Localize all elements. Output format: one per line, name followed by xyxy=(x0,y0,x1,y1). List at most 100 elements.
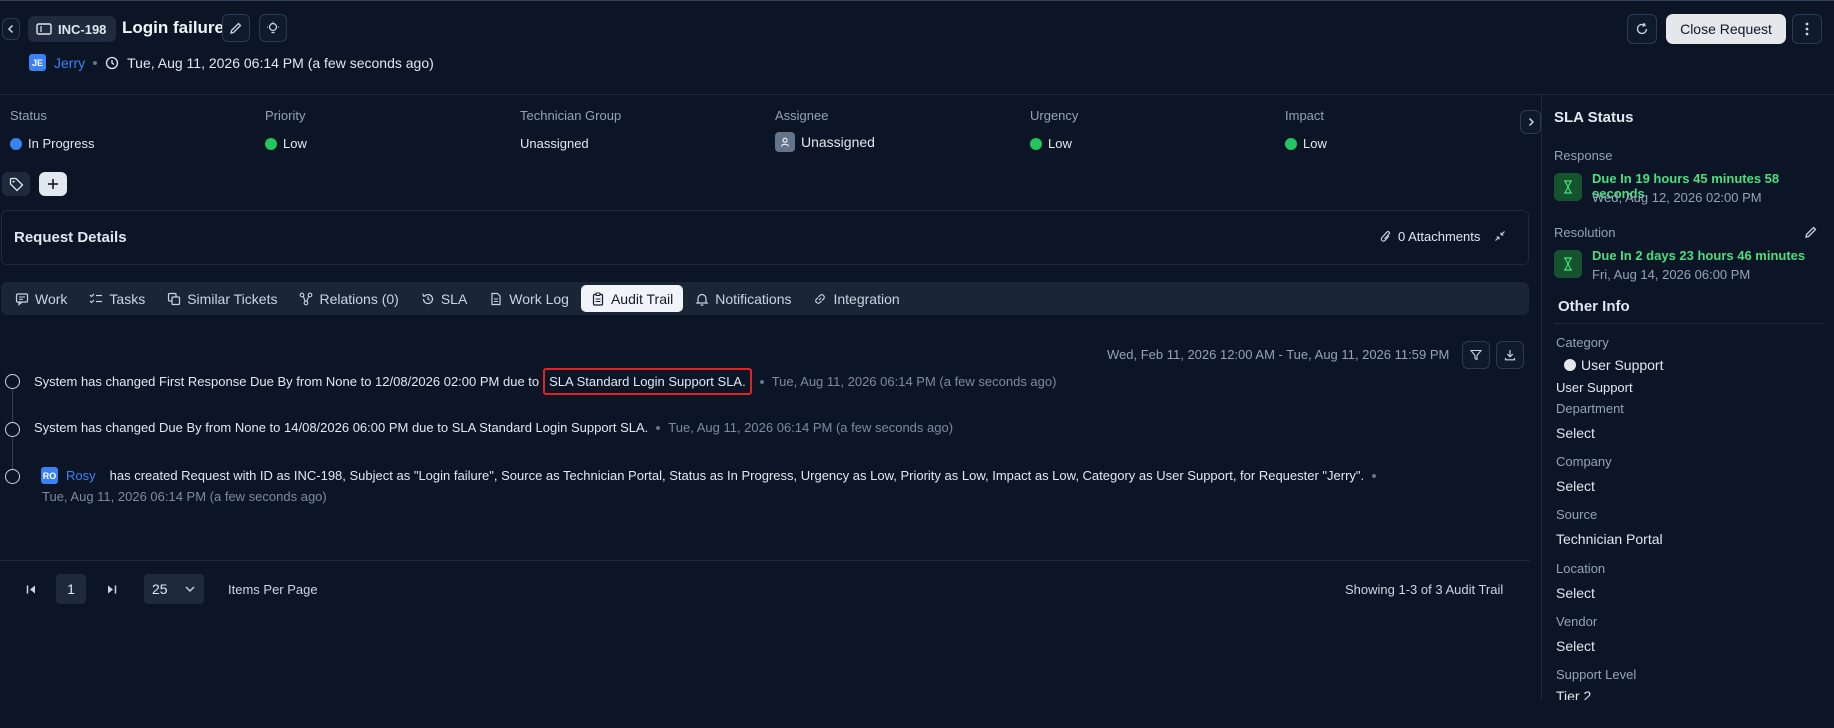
status-dot xyxy=(1285,137,1297,150)
per-page-value: 25 xyxy=(152,581,168,597)
source-value[interactable]: Technician Portal xyxy=(1556,531,1663,547)
edit-title-button[interactable] xyxy=(222,14,250,42)
requester-avatar: JE xyxy=(29,54,46,71)
field-value: In Progress xyxy=(28,136,95,151)
back-button[interactable] xyxy=(2,18,20,40)
response-label: Response xyxy=(1554,148,1613,163)
checklist-icon xyxy=(89,293,103,303)
close-request-button[interactable]: Close Request xyxy=(1666,14,1786,44)
tag-icon xyxy=(9,177,23,191)
tab-label: SLA xyxy=(440,290,468,307)
history-icon xyxy=(422,293,433,304)
audit-entry-text: System has changed First Response Due By… xyxy=(34,374,540,389)
support-level-value[interactable]: Tier 2 xyxy=(1556,688,1591,700)
chevron-right-icon xyxy=(1528,117,1534,127)
category-chip[interactable]: User Support xyxy=(1564,357,1663,373)
export-button[interactable] xyxy=(1496,341,1524,369)
field-label: Assignee xyxy=(775,108,829,123)
ticket-id-chip: INC-198 xyxy=(28,16,117,42)
tab-integration[interactable]: Integration xyxy=(803,285,909,312)
page-title: Login failure xyxy=(122,18,224,37)
resolution-date: Fri, Aug 14, 2026 06:00 PM xyxy=(1592,267,1751,282)
field-technician-group[interactable]: Technician Group Unassigned xyxy=(520,108,621,151)
audit-entry-time: Tue, Aug 11, 2026 06:14 PM (a few second… xyxy=(771,374,1057,389)
suggestion-button[interactable] xyxy=(259,14,287,42)
refresh-button[interactable] xyxy=(1627,14,1657,44)
refresh-icon xyxy=(1636,22,1648,35)
status-dot xyxy=(265,137,277,150)
collapse-details-button[interactable] xyxy=(1494,230,1506,242)
company-label: Company xyxy=(1556,454,1612,469)
ticket-id: INC-198 xyxy=(58,21,107,37)
field-label: Impact xyxy=(1285,108,1325,123)
add-tag-button[interactable] xyxy=(39,172,67,196)
audit-entry-text: has created Request with ID as INC-198, … xyxy=(109,468,1365,483)
download-icon xyxy=(1504,350,1516,361)
tab-tasks[interactable]: Tasks xyxy=(79,285,155,312)
field-urgency[interactable]: Urgency Low xyxy=(1030,108,1078,151)
timeline-marker xyxy=(5,422,20,437)
tab-relations[interactable]: Relations (0) xyxy=(289,285,408,312)
tab-label: Relations (0) xyxy=(319,290,399,307)
tab-sla[interactable]: SLA xyxy=(411,285,477,312)
current-page[interactable]: 1 xyxy=(56,574,86,604)
category-chip-label: User Support xyxy=(1581,357,1664,373)
department-label: Department xyxy=(1556,401,1624,416)
field-status[interactable]: Status In Progress xyxy=(10,108,94,151)
first-page-button[interactable] xyxy=(26,584,37,595)
field-label: Priority xyxy=(265,108,306,123)
more-vertical-icon xyxy=(1805,22,1809,36)
last-page-button[interactable] xyxy=(106,584,117,595)
tab-label: Work xyxy=(35,290,68,307)
tab-label: Integration xyxy=(833,290,900,307)
status-dot xyxy=(1030,137,1042,150)
timeline-marker xyxy=(5,469,20,484)
audit-entry-time: Tue, Aug 11, 2026 06:14 PM (a few second… xyxy=(42,489,327,504)
filter-button[interactable] xyxy=(1462,341,1490,369)
tab-label: Tasks xyxy=(109,290,146,307)
location-select[interactable]: Select xyxy=(1556,585,1595,601)
filter-icon xyxy=(1470,349,1482,361)
plus-icon xyxy=(48,179,58,189)
audit-entry: RO Rosy has created Request with ID as I… xyxy=(41,467,1377,484)
user-link[interactable]: Rosy xyxy=(66,468,96,483)
tab-similar-tickets[interactable]: Similar Tickets xyxy=(157,285,287,312)
showing-count: Showing 1-3 of 3 Audit Trail xyxy=(1345,582,1504,597)
first-page-icon xyxy=(26,585,35,594)
comment-icon xyxy=(15,292,29,306)
user-avatar: RO xyxy=(41,467,58,484)
clock-icon xyxy=(105,56,119,69)
copy-icon xyxy=(168,292,181,305)
paperclip-icon xyxy=(1380,230,1390,242)
company-select[interactable]: Select xyxy=(1556,478,1595,494)
expand-panel-button[interactable] xyxy=(1520,110,1541,134)
sla-status-title: SLA Status xyxy=(1554,109,1634,126)
tags-button[interactable] xyxy=(2,172,30,196)
tab-audit-trail[interactable]: Audit Trail xyxy=(580,285,684,312)
tab-work[interactable]: Work xyxy=(5,285,77,312)
resolution-label: Resolution xyxy=(1554,225,1616,240)
tab-notifications[interactable]: Notifications xyxy=(685,285,801,312)
audit-entry-text: System has changed Due By from None to 1… xyxy=(34,420,649,435)
separator-dot xyxy=(656,425,661,430)
separator-dot xyxy=(759,379,764,384)
more-options-button[interactable] xyxy=(1792,14,1822,44)
timeline-marker xyxy=(5,374,20,389)
edit-resolution-button[interactable] xyxy=(1804,225,1818,239)
field-priority[interactable]: Priority Low xyxy=(265,108,307,151)
request-details-panel[interactable]: Request Details 0 Attachments xyxy=(1,210,1529,265)
field-impact[interactable]: Impact Low xyxy=(1285,108,1327,151)
audit-date-range[interactable]: Wed, Feb 11, 2026 12:00 AM - Tue, Aug 11… xyxy=(1107,347,1449,362)
collapse-icon xyxy=(1495,231,1505,241)
resolution-due: Due In 2 days 23 hours 46 minutes xyxy=(1592,248,1806,263)
field-assignee[interactable]: Assignee Unassigned xyxy=(775,108,875,152)
items-per-page-select[interactable]: 25 xyxy=(144,574,204,604)
requester-link[interactable]: Jerry xyxy=(54,55,85,71)
category-dot xyxy=(1564,359,1576,371)
vendor-select[interactable]: Select xyxy=(1556,638,1595,654)
department-select[interactable]: Select xyxy=(1556,425,1595,441)
tab-work-log[interactable]: Work Log xyxy=(479,285,579,312)
attachments-link[interactable]: 0 Attachments xyxy=(1380,229,1480,244)
attachments-count: 0 Attachments xyxy=(1398,229,1481,244)
link-icon xyxy=(815,293,826,304)
